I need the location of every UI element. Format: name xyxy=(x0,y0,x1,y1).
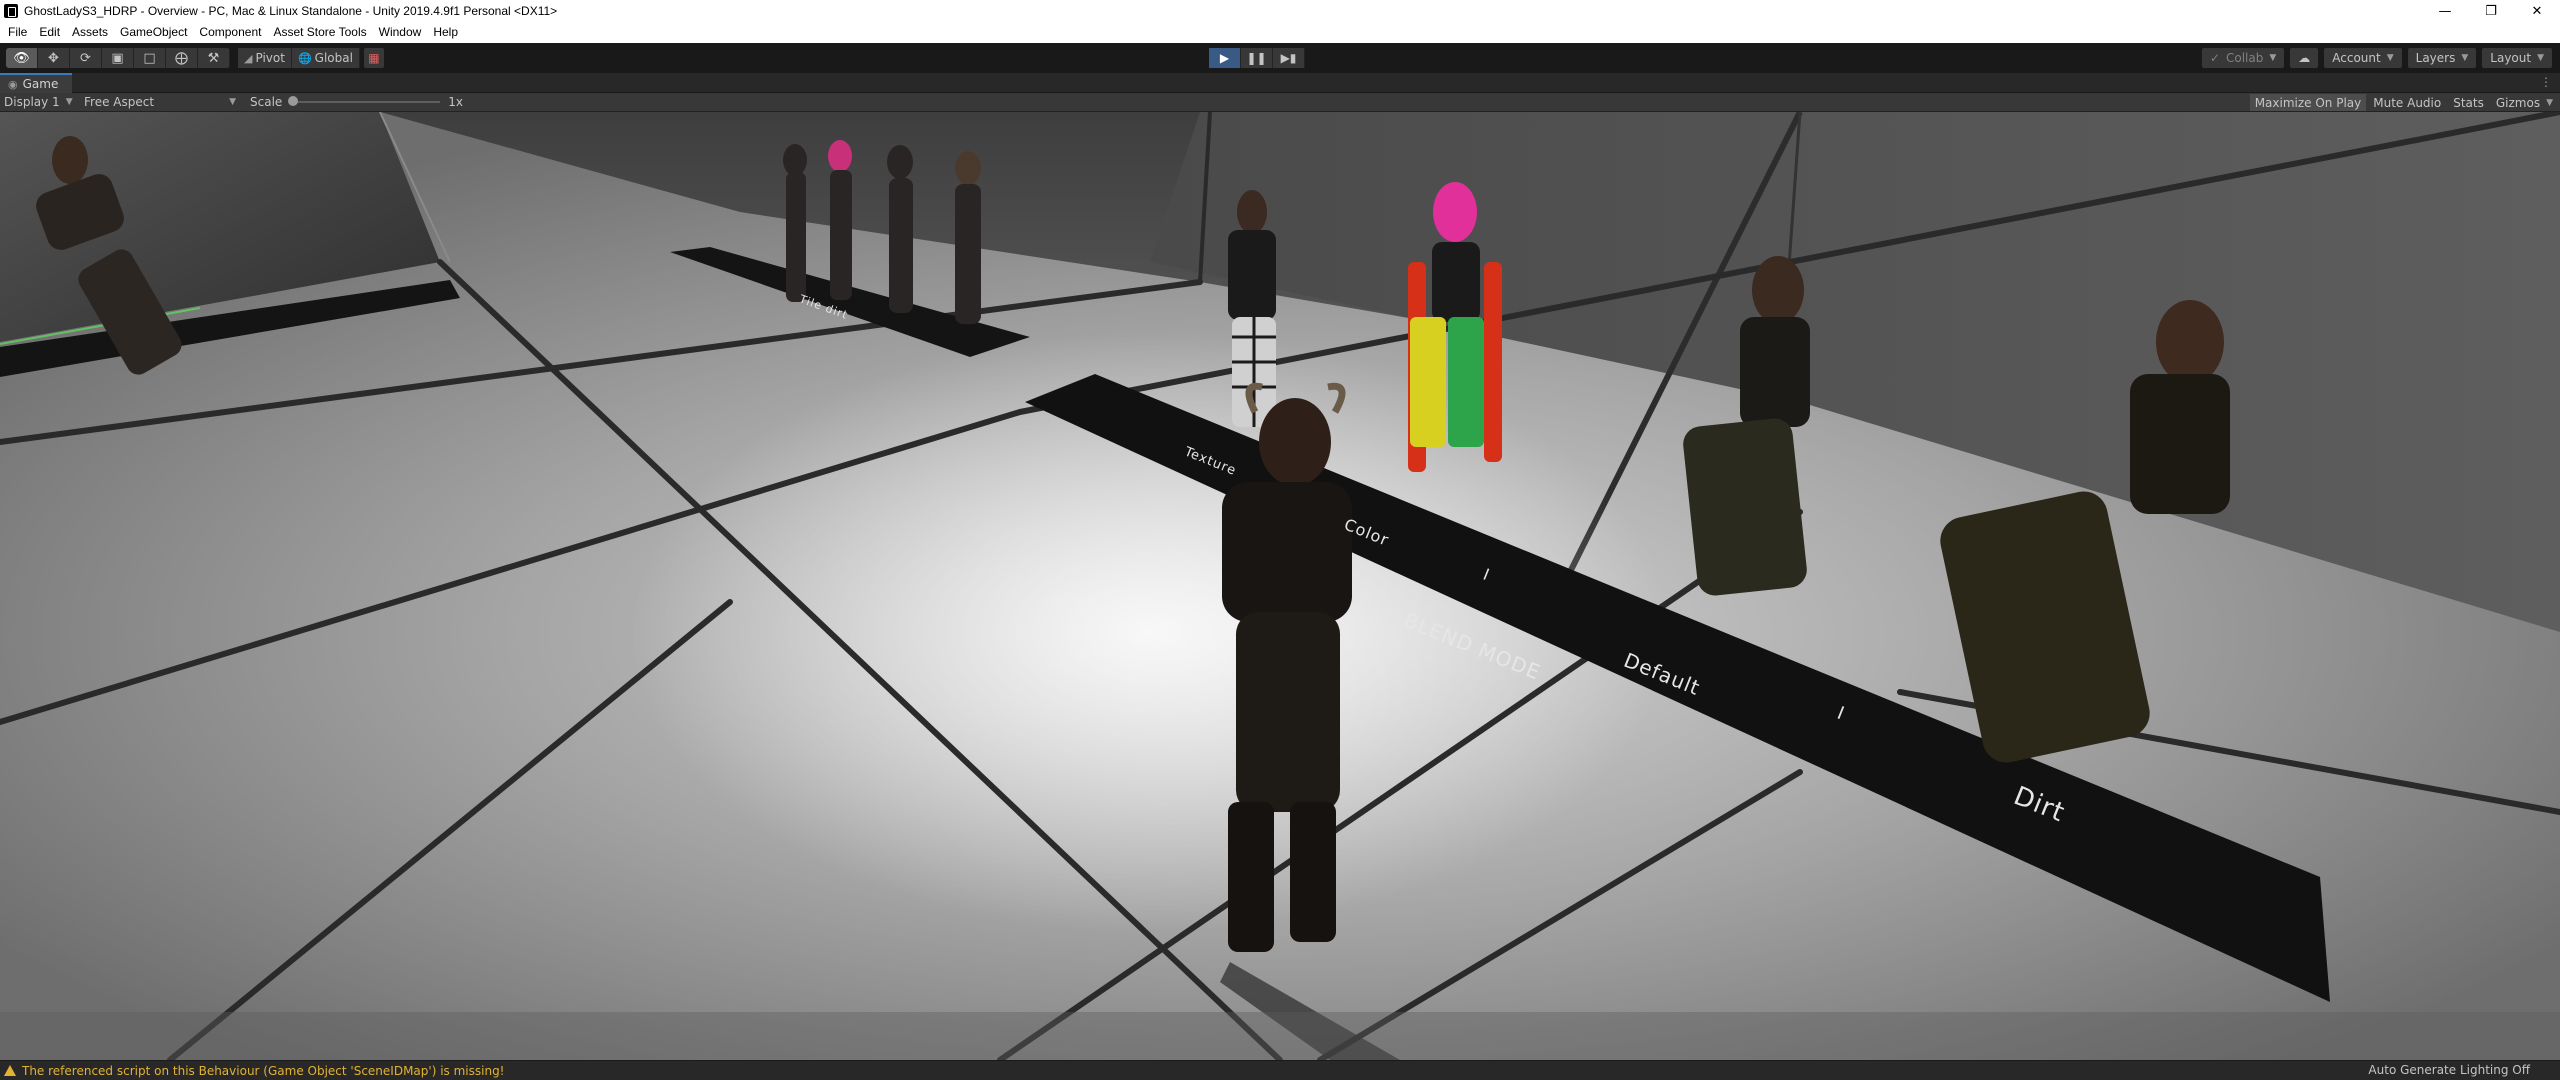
right-toolbar: ✓ Collab ▼ ☁ Account ▼ Layers ▼ Layout ▼ xyxy=(2201,48,2552,68)
pivot-global-toggles: ◢ Pivot 🌐 Global xyxy=(238,48,360,68)
aspect-label: Free Aspect xyxy=(84,95,155,109)
minimize-icon[interactable]: — xyxy=(2422,0,2468,22)
console-warning-message[interactable]: The referenced script on this Behaviour … xyxy=(22,1064,505,1078)
rotate-icon[interactable]: ⟳ xyxy=(70,48,102,68)
pivot-toggle[interactable]: ◢ Pivot xyxy=(238,48,292,68)
maximize-on-play-toggle[interactable]: Maximize On Play xyxy=(2249,94,2367,111)
global-label: Global xyxy=(314,51,353,65)
account-label: Account xyxy=(2332,51,2381,65)
menu-assets[interactable]: Assets xyxy=(66,22,114,43)
chevron-down-icon: ▼ xyxy=(2537,53,2544,63)
gizmos-toggle[interactable]: Gizmos ▼ xyxy=(2491,94,2558,111)
layout-label: Layout xyxy=(2490,51,2532,65)
scale-control: Scale 1x xyxy=(240,95,463,109)
menu-help[interactable]: Help xyxy=(427,22,464,43)
main-toolbar: 👁 ✥ ⟳ ▣ □ ⨁ ⚒ ◢ Pivot 🌐 Global ▦ ▶ ❚❚ ▶▮ ✓… xyxy=(0,43,2560,73)
window-controls: — ❐ ✕ xyxy=(2422,0,2560,22)
check-icon: ✓ xyxy=(2209,51,2220,65)
close-icon[interactable]: ✕ xyxy=(2514,0,2560,22)
menu-edit[interactable]: Edit xyxy=(33,22,66,43)
display-label: Display 1 xyxy=(4,95,60,109)
view-hand-icon[interactable]: 👁 xyxy=(6,48,38,68)
grid-snap-icon[interactable]: ▦ xyxy=(363,48,384,68)
collab-button[interactable]: ✓ Collab ▼ xyxy=(2201,48,2285,68)
title-bar: GhostLadyS3_HDRP - Overview - PC, Mac & … xyxy=(0,0,2560,22)
scene-render xyxy=(0,112,2560,1060)
globe-icon: 🌐 xyxy=(297,51,312,65)
game-tab-bar: ◉ Game ⋮ xyxy=(0,73,2560,93)
collab-label: Collab xyxy=(2225,51,2264,65)
chevron-down-icon: ▼ xyxy=(2386,53,2394,63)
scale-icon[interactable]: ▣ xyxy=(102,48,134,68)
cloud-icon: ☁ xyxy=(2298,51,2311,65)
game-view-controls: Display 1 ▼ Free Aspect ▼ Scale 1x Maxim… xyxy=(0,93,2560,112)
aspect-dropdown[interactable]: Free Aspect ▼ xyxy=(80,95,240,109)
warning-icon xyxy=(4,1065,16,1076)
pivot-label: Pivot xyxy=(255,51,285,65)
chevron-down-icon: ▼ xyxy=(229,97,236,107)
chevron-down-icon: ▼ xyxy=(2546,97,2553,108)
tab-game[interactable]: ◉ Game xyxy=(0,73,72,93)
scale-slider[interactable] xyxy=(288,96,441,106)
status-bar: The referenced script on this Behaviour … xyxy=(0,1060,2560,1080)
account-dropdown[interactable]: Account ▼ xyxy=(2324,48,2402,68)
transform-tools: 👁 ✥ ⟳ ▣ □ ⨁ ⚒ xyxy=(6,48,230,68)
play-controls: ▶ ❚❚ ▶▮ xyxy=(1209,48,1305,68)
transform-tool-icon[interactable]: ⨁ xyxy=(166,48,198,68)
gizmos-label: Gizmos xyxy=(2495,95,2541,110)
tab-game-label: Game xyxy=(22,77,59,91)
display-dropdown[interactable]: Display 1 ▼ xyxy=(0,95,80,109)
layers-dropdown[interactable]: Layers ▼ xyxy=(2407,48,2477,68)
rect-tool-icon[interactable]: □ xyxy=(134,48,166,68)
gamepad-icon: ◉ xyxy=(8,77,18,91)
menu-component[interactable]: Component xyxy=(193,22,267,43)
menu-bar: File Edit Assets GameObject Component As… xyxy=(0,22,2560,43)
tab-menu-icon[interactable]: ⋮ xyxy=(2540,75,2552,89)
play-icon[interactable]: ▶ xyxy=(1209,48,1241,68)
global-toggle[interactable]: 🌐 Global xyxy=(291,48,360,68)
scale-slider-handle[interactable] xyxy=(288,96,299,106)
stats-toggle[interactable]: Stats xyxy=(2448,94,2489,111)
layout-dropdown[interactable]: Layout ▼ xyxy=(2482,48,2552,68)
menu-window[interactable]: Window xyxy=(373,22,428,43)
step-icon[interactable]: ▶▮ xyxy=(1273,48,1305,68)
custom-tool-icon[interactable]: ⚒ xyxy=(198,48,230,68)
scale-label: Scale xyxy=(250,95,283,109)
unity-logo-icon xyxy=(4,4,18,18)
menu-gameobject[interactable]: GameObject xyxy=(114,22,193,43)
window-title: GhostLadyS3_HDRP - Overview - PC, Mac & … xyxy=(24,4,558,18)
move-icon[interactable]: ✥ xyxy=(38,48,70,68)
cloud-button[interactable]: ☁ xyxy=(2290,48,2319,68)
menu-asset-store-tools[interactable]: Asset Store Tools xyxy=(267,22,372,43)
chevron-down-icon: ▼ xyxy=(2269,53,2277,63)
pause-icon[interactable]: ❚❚ xyxy=(1241,48,1273,68)
game-view-toggles: Maximize On Play Mute Audio Stats Gizmos… xyxy=(2249,93,2558,112)
menu-file[interactable]: File xyxy=(2,22,33,43)
chevron-down-icon: ▼ xyxy=(65,97,73,107)
auto-lighting-status[interactable]: Auto Generate Lighting Off xyxy=(2368,1063,2530,1077)
mute-audio-toggle[interactable]: Mute Audio xyxy=(2368,94,2446,111)
chevron-down-icon: ▼ xyxy=(2461,53,2469,63)
layers-label: Layers xyxy=(2415,51,2456,65)
pivot-icon: ◢ xyxy=(244,51,253,65)
game-viewport[interactable]: Tile dirt Texture Color I BLEND MODE Def… xyxy=(0,112,2560,1060)
restore-icon[interactable]: ❐ xyxy=(2468,0,2514,22)
scale-value: 1x xyxy=(448,95,464,109)
